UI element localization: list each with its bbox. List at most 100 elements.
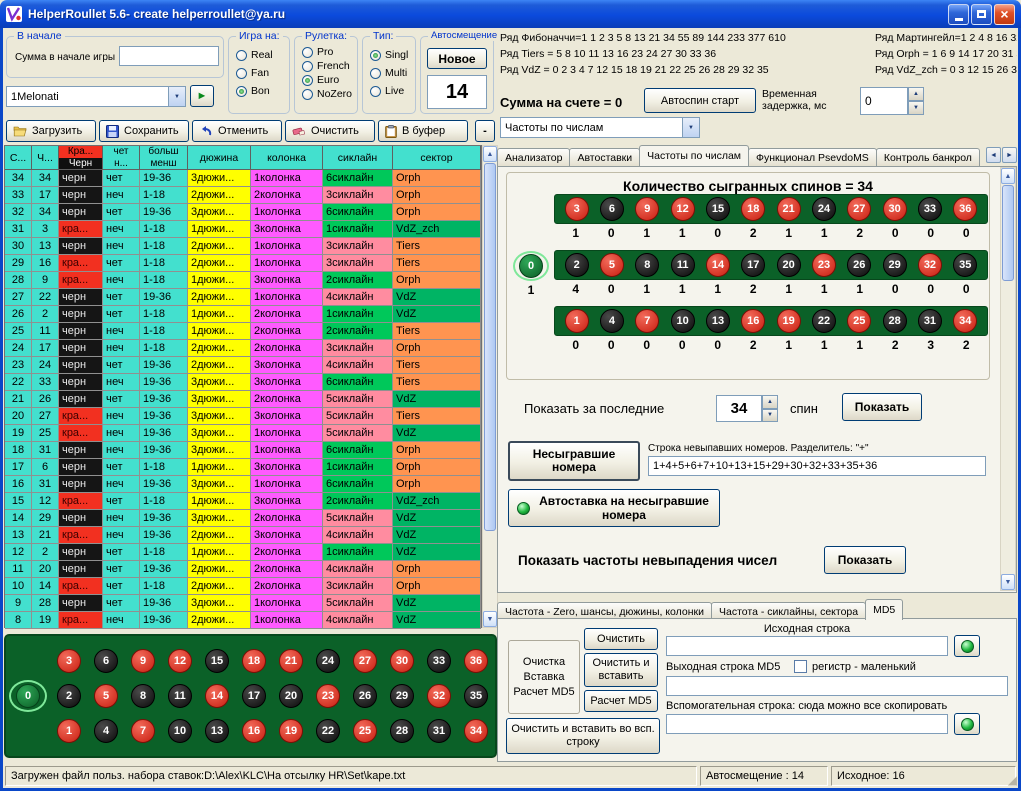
roulette-number-29[interactable]: 29 xyxy=(883,253,907,277)
load-button[interactable]: Загрузить xyxy=(6,120,96,142)
roulette-number-25[interactable]: 25 xyxy=(353,719,377,743)
column-header-range[interactable]: больш менш xyxy=(140,146,188,170)
roulette-number-22[interactable]: 22 xyxy=(316,719,340,743)
radio-pro[interactable]: Pro xyxy=(302,46,357,58)
autobet-missed-button[interactable]: Автоставка на несыгравшие номера xyxy=(508,489,720,527)
show-last-value[interactable]: 34 xyxy=(716,395,762,422)
page-scroll-thumb[interactable] xyxy=(1002,185,1014,281)
roulette-number-11[interactable]: 11 xyxy=(671,253,695,277)
column-header-spin[interactable]: С... xyxy=(5,146,32,170)
dropdown-icon[interactable]: ▼ xyxy=(168,87,185,106)
dropdown-icon[interactable]: ▼ xyxy=(682,118,699,137)
roulette-number-18[interactable]: 18 xyxy=(741,197,765,221)
roulette-number-20[interactable]: 20 xyxy=(279,684,303,708)
roulette-number-14[interactable]: 14 xyxy=(706,253,730,277)
roulette-number-4[interactable]: 4 xyxy=(94,719,118,743)
scroll-down-icon[interactable]: ▼ xyxy=(483,611,497,627)
roulette-number-21[interactable]: 21 xyxy=(777,197,801,221)
title-bar[interactable]: HelperRoullet 5.6- create helperroullet@… xyxy=(0,0,1021,28)
roulette-number-3[interactable]: 3 xyxy=(565,197,589,221)
roulette-number-8[interactable]: 8 xyxy=(131,684,155,708)
md5-clear-button[interactable]: Очистить xyxy=(584,628,658,650)
table-row[interactable]: 3317черннеч1-182дюжи...2колонка3сиклайнO… xyxy=(5,187,481,204)
roulette-number-25[interactable]: 25 xyxy=(847,309,871,333)
table-row[interactable]: 3013черннеч1-182дюжи...1колонка3сиклайнT… xyxy=(5,238,481,255)
scroll-down-icon[interactable]: ▼ xyxy=(1001,574,1015,590)
roulette-number-7[interactable]: 7 xyxy=(635,309,659,333)
roulette-number-5[interactable]: 5 xyxy=(600,253,624,277)
roulette-number-2[interactable]: 2 xyxy=(565,253,589,277)
roulette-number-27[interactable]: 27 xyxy=(353,649,377,673)
roulette-number-3[interactable]: 3 xyxy=(57,649,81,673)
table-row[interactable]: 176чернчет1-181дюжи...3колонка1сиклайнOr… xyxy=(5,459,481,476)
tab-psevdoms[interactable]: Функционал PsevdoMS xyxy=(748,148,877,166)
tab-freq-numbers[interactable]: Частоты по числам xyxy=(639,145,749,166)
radio-fan[interactable]: Fan xyxy=(236,67,289,79)
column-header-sixline[interactable]: сиклайн xyxy=(323,146,393,170)
table-row[interactable]: 262чернчет1-181дюжи...2колонка1сиклайнVd… xyxy=(5,306,481,323)
roulette-number-9[interactable]: 9 xyxy=(131,649,155,673)
show-button[interactable]: Показать xyxy=(842,393,922,421)
radio-french[interactable]: French xyxy=(302,60,357,72)
roulette-number-33[interactable]: 33 xyxy=(427,649,451,673)
tab-scroll-left-icon[interactable]: ◄ xyxy=(986,147,1001,163)
column-header-column[interactable]: колонка xyxy=(251,146,323,170)
roulette-number-28[interactable]: 28 xyxy=(883,309,907,333)
table-row[interactable]: 1631черннеч19-363дюжи...1колонка6сиклайн… xyxy=(5,476,481,493)
roulette-number-5[interactable]: 5 xyxy=(94,684,118,708)
tab-analyzer[interactable]: Анализатор xyxy=(497,148,570,166)
radio-singl[interactable]: Singl xyxy=(370,49,415,61)
column-header-sector[interactable]: сектор xyxy=(393,146,481,170)
roulette-number-34[interactable]: 34 xyxy=(464,719,488,743)
md5-source-led-button[interactable] xyxy=(954,635,980,657)
save-button[interactable]: Сохранить xyxy=(99,120,189,142)
roulette-number-10[interactable]: 10 xyxy=(168,719,192,743)
roulette-number-27[interactable]: 27 xyxy=(847,197,871,221)
roulette-number-20[interactable]: 20 xyxy=(777,253,801,277)
column-header-number[interactable]: Ч... xyxy=(32,146,59,170)
table-row[interactable]: 2722чернчет19-362дюжи...1колонка4сиклайн… xyxy=(5,289,481,306)
roulette-number-10[interactable]: 10 xyxy=(671,309,695,333)
table-scrollbar[interactable]: ▲ ▼ xyxy=(482,145,498,628)
tab-scroll-right-icon[interactable]: ► xyxy=(1002,147,1017,163)
tab-md5[interactable]: MD5 xyxy=(865,599,903,620)
roulette-number-2[interactable]: 2 xyxy=(57,684,81,708)
roulette-number-31[interactable]: 31 xyxy=(918,309,942,333)
roulette-number-12[interactable]: 12 xyxy=(671,197,695,221)
roulette-number-4[interactable]: 4 xyxy=(600,309,624,333)
md5-clear-paste-aux-button[interactable]: Очистить и вставить во всп. строку xyxy=(506,718,660,754)
roulette-number-1[interactable]: 1 xyxy=(565,309,589,333)
spin-up-icon[interactable]: ▲ xyxy=(908,87,924,101)
table-row[interactable]: 2324чернчет19-362дюжи...3колонка4сиклайн… xyxy=(5,357,481,374)
roulette-number-31[interactable]: 31 xyxy=(427,719,451,743)
radio-euro[interactable]: Euro xyxy=(302,74,357,86)
scroll-up-icon[interactable]: ▲ xyxy=(483,146,497,162)
lowercase-checkbox[interactable] xyxy=(794,660,807,673)
table-row[interactable]: 289кра...неч1-181дюжи...3колонка2сиклайн… xyxy=(5,272,481,289)
md5-clear-paste-button[interactable]: Очистить и вставить xyxy=(584,653,658,687)
roulette-number-23[interactable]: 23 xyxy=(812,253,836,277)
roulette-number-23[interactable]: 23 xyxy=(316,684,340,708)
scroll-up-icon[interactable]: ▲ xyxy=(1001,168,1015,184)
roulette-number-9[interactable]: 9 xyxy=(635,197,659,221)
roulette-number-21[interactable]: 21 xyxy=(279,649,303,673)
roulette-number-18[interactable]: 18 xyxy=(242,649,266,673)
table-scroll-thumb[interactable] xyxy=(484,163,496,531)
table-row[interactable]: 2511черннеч1-181дюжи...2колонка2сиклайнT… xyxy=(5,323,481,340)
missed-string-input[interactable]: 1+4+5+6+7+10+13+15+29+30+32+33+35+36 xyxy=(648,456,986,476)
table-row[interactable]: 2027кра...неч19-363дюжи...3колонка5сикла… xyxy=(5,408,481,425)
roulette-number-15[interactable]: 15 xyxy=(205,649,229,673)
roulette-number-32[interactable]: 32 xyxy=(427,684,451,708)
roulette-number-24[interactable]: 24 xyxy=(812,197,836,221)
spin-up-icon[interactable]: ▲ xyxy=(762,395,778,409)
table-row[interactable]: 928чернчет19-363дюжи...1колонка5сиклайнV… xyxy=(5,595,481,612)
table-row[interactable]: 1120чернчет19-362дюжи...2колонка4сиклайн… xyxy=(5,561,481,578)
roulette-number-26[interactable]: 26 xyxy=(353,684,377,708)
table-row[interactable]: 1925кра...неч19-363дюжи...1колонка5сикла… xyxy=(5,425,481,442)
roulette-number-32[interactable]: 32 xyxy=(918,253,942,277)
md5-output-input[interactable] xyxy=(666,676,1008,696)
table-row[interactable]: 313кра...неч1-181дюжи...3колонка1сиклайн… xyxy=(5,221,481,238)
preset-combo[interactable]: 1Melonati ▼ xyxy=(6,86,186,107)
mode-combo[interactable]: Частоты по числам ▼ xyxy=(500,117,700,138)
roulette-number-19[interactable]: 19 xyxy=(777,309,801,333)
